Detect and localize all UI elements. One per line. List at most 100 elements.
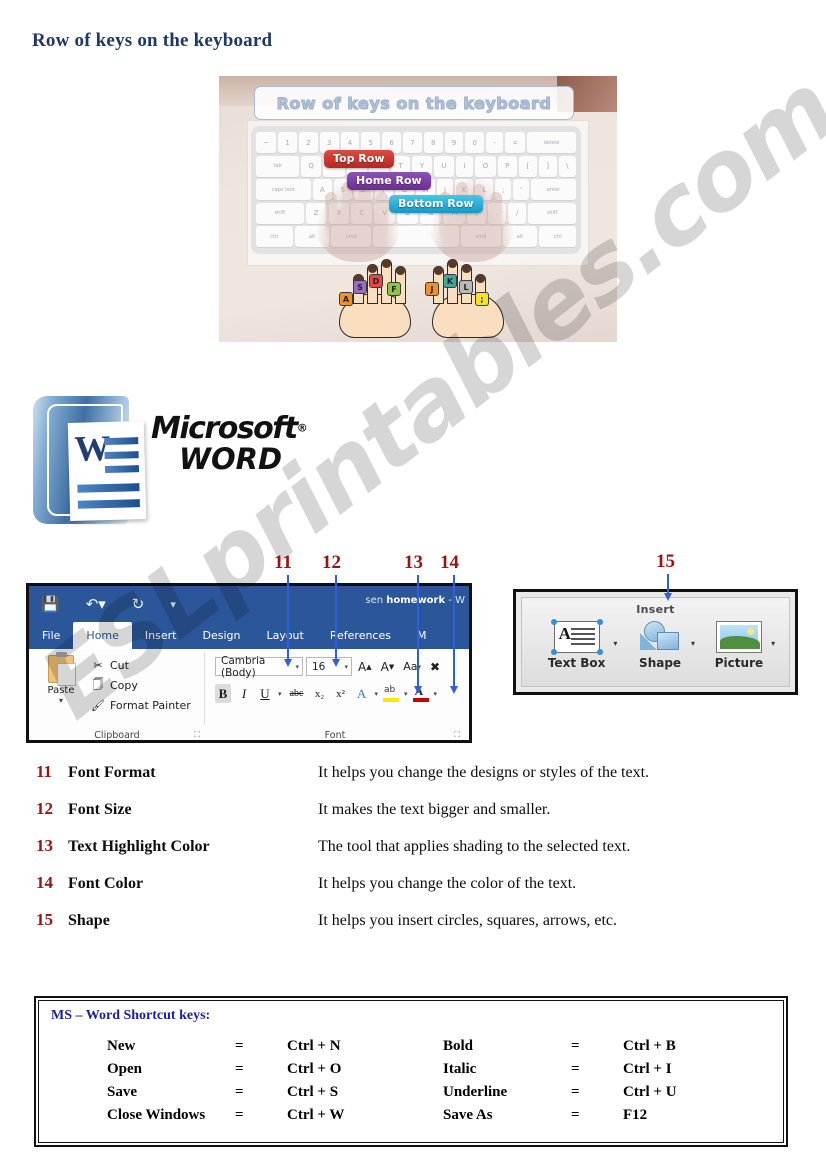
shortcut-equals: =	[235, 1107, 244, 1123]
superscript-button[interactable]: x²	[333, 684, 349, 703]
strikethrough-button[interactable]: abc	[287, 684, 307, 703]
definition-description: It makes the text bigger and smaller.	[318, 801, 551, 818]
keyboard-key: delete	[527, 132, 576, 153]
keyboard-row-modifiers: ctrl alt cmd cmd alt ctrl	[256, 226, 577, 247]
definition-row: 12 Font Size It makes the text bigger and …	[36, 799, 796, 836]
shortcut-key: F12	[623, 1107, 648, 1123]
shortcut-row: New = Ctrl + N	[107, 1038, 411, 1061]
subscript-button[interactable]: x₂	[312, 684, 328, 703]
definition-description: It helps you insert circles, squares, ar…	[318, 912, 618, 929]
font-color-dropdown-icon[interactable]: ▾	[434, 690, 438, 698]
keyboard-key: 2	[299, 132, 318, 153]
undo-icon[interactable]: ↶▾	[86, 595, 106, 613]
callout-number-11: 11	[274, 552, 292, 573]
shortcut-name: Save	[107, 1084, 137, 1100]
ribbon-tab-design[interactable]: Design	[189, 622, 253, 649]
shortcut-equals: =	[235, 1061, 244, 1077]
callout-number-12: 12	[322, 552, 341, 573]
word-logo-line-1	[104, 437, 139, 446]
ribbon-tab-references[interactable]: References	[317, 622, 404, 649]
save-icon[interactable]: 💾	[41, 595, 60, 613]
underline-dropdown-icon[interactable]: ▾	[278, 690, 282, 698]
page-title: Row of keys on the keyboard	[32, 30, 273, 51]
text-highlight-color-button[interactable]: ab	[383, 685, 400, 702]
italic-button[interactable]: I	[236, 684, 252, 703]
format-painter-label: Format Painter	[110, 698, 191, 712]
picture-tool[interactable]: Picture ▾	[715, 621, 775, 670]
keyboard-key: /	[507, 202, 527, 224]
ribbon-tab-insert[interactable]: Insert	[132, 622, 190, 649]
bold-button[interactable]: B	[215, 684, 231, 703]
font-dialog-launcher-icon[interactable]: ⛶	[454, 730, 460, 740]
doc-title-prefix: sen	[365, 595, 387, 606]
shortcut-column-left: New = Ctrl + N Open = Ctrl + O Save = Ctrl + S Cl…	[39, 1038, 411, 1130]
font-size-dropdown-icon[interactable]: ▾	[344, 663, 348, 671]
shrink-font-label: A	[380, 659, 389, 674]
registered-mark: ®	[296, 421, 308, 435]
cut-button[interactable]: ✂ Cut	[91, 655, 191, 675]
text-effects-button[interactable]: A	[354, 684, 370, 703]
shortcut-row: Open = Ctrl + O	[107, 1061, 411, 1084]
fingernail	[462, 265, 471, 273]
fingernail	[434, 267, 443, 275]
definition-description: It helps you change the designs or style…	[318, 764, 650, 781]
shortcut-key: Ctrl + S	[287, 1084, 339, 1100]
grow-font-button[interactable]: A ▲	[355, 657, 375, 676]
keyboard-key: ;	[495, 179, 512, 200]
shrink-font-button[interactable]: A ▼	[378, 657, 398, 676]
change-case-button[interactable]: Aa ▾	[400, 657, 424, 676]
shape-dropdown-icon[interactable]: ▾	[691, 639, 695, 648]
shortcut-keys-box: MS – Word Shortcut keys: New = Ctrl + N Ope…	[34, 996, 788, 1147]
keyboard-key: =	[505, 132, 526, 153]
definition-term: Text Highlight Color	[68, 838, 210, 855]
ribbon-tab-layout[interactable]: Layout	[253, 622, 316, 649]
clear-formatting-icon[interactable]: ✖	[427, 657, 443, 676]
shortcut-equals: =	[571, 1084, 580, 1100]
paste-button[interactable]: Paste ▾	[37, 652, 85, 705]
keyboard-key: '	[513, 179, 530, 200]
format-painter-button[interactable]: 🖌 Format Painter	[91, 695, 191, 715]
picture-icon	[715, 621, 762, 653]
shortcut-row: Bold = Ctrl + B	[443, 1038, 783, 1061]
keyboard-key: 9	[444, 132, 464, 153]
keyboard-key: .	[487, 202, 506, 224]
definition-description: The tool that applies shading to the sel…	[318, 838, 631, 855]
shortcut-name: Open	[107, 1061, 143, 1077]
ribbon-tab-home[interactable]: Home	[73, 622, 132, 649]
ribbon-title-bar: 💾 ↶▾ ↻ ▾ sen homework - W	[29, 586, 469, 622]
shortcut-columns: New = Ctrl + N Open = Ctrl + O Save = Ctrl + S Cl…	[39, 1038, 783, 1130]
clipboard-command-list: ✂ Cut 🗍 Copy 🖌 Format Painter	[91, 655, 191, 715]
shape-tool[interactable]: Shape ▾	[637, 621, 695, 670]
shortcut-name: Save As	[443, 1107, 493, 1123]
ribbon-tab-file[interactable]: File	[29, 622, 73, 649]
text-box-dropdown-icon[interactable]: ▾	[613, 639, 617, 648]
keyboard-key: A	[313, 179, 332, 200]
paste-dropdown-icon[interactable]: ▾	[37, 696, 85, 705]
copy-button[interactable]: 🗍 Copy	[91, 675, 191, 695]
shortcut-equals: =	[235, 1038, 244, 1054]
font-name-dropdown-icon[interactable]: ▾	[295, 663, 299, 671]
underline-button[interactable]: U	[257, 684, 273, 703]
clipboard-dialog-launcher-icon[interactable]: ⛶	[194, 730, 200, 740]
font-size-input[interactable]: 16 ▾	[306, 657, 352, 676]
keyboard-key: alt	[502, 226, 538, 247]
text-box-tool[interactable]: A Text Box ▾	[547, 618, 617, 670]
keyboard-key: U	[433, 155, 454, 177]
ribbon-tab-bar: File Home Insert Design Layout References M	[29, 622, 469, 649]
redo-icon[interactable]: ↻	[132, 595, 145, 613]
callout-arrow-11	[283, 575, 292, 667]
ribbon-group-clipboard: Paste ▾ ✂ Cut 🗍 Copy 🖌 Format Painter Cl…	[29, 649, 205, 740]
word-logo-document: W	[67, 421, 147, 521]
highlight-dropdown-icon[interactable]: ▾	[404, 690, 408, 698]
word-logo-letter: W	[73, 427, 111, 469]
text-effects-dropdown-icon[interactable]: ▾	[375, 690, 379, 698]
text-box-label: Text Box	[547, 656, 606, 670]
customize-quick-access-icon[interactable]: ▾	[170, 598, 176, 611]
callout-number-14: 14	[440, 552, 459, 573]
paste-label: Paste	[47, 685, 75, 696]
ribbon-tab-m[interactable]: M	[404, 622, 440, 649]
keyboard-key: 8	[423, 132, 443, 153]
home-row-keycap: A	[339, 292, 353, 306]
picture-dropdown-icon[interactable]: ▾	[771, 639, 775, 648]
cut-label: Cut	[110, 658, 129, 672]
